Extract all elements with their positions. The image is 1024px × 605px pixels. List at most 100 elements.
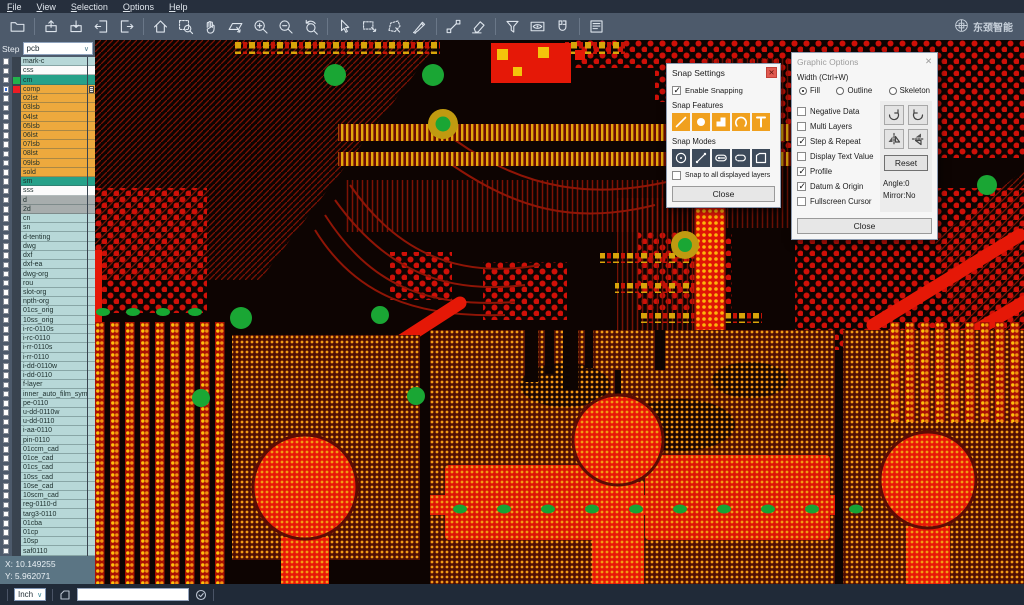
layer-color-swatch[interactable]	[12, 205, 21, 214]
check-profile[interactable]: Profile	[797, 167, 876, 176]
layer-visibility-checkbox[interactable]	[0, 223, 12, 232]
layer-row-01cba[interactable]: 01cba	[0, 519, 95, 528]
layer-color-swatch[interactable]	[12, 454, 21, 463]
layer-color-swatch[interactable]	[12, 426, 21, 435]
layer-visibility-checkbox[interactable]	[0, 168, 12, 177]
apply-icon[interactable]	[195, 589, 207, 601]
layer-color-swatch[interactable]	[12, 371, 21, 380]
step-select[interactable]: pcb ∨	[23, 42, 94, 55]
layer-color-swatch[interactable]	[12, 279, 21, 288]
layer-row-d[interactable]: d	[0, 196, 95, 205]
check-negative-data[interactable]: Negative Data	[797, 107, 876, 116]
layer-color-swatch[interactable]	[12, 177, 21, 186]
menu-selection[interactable]: Selection	[71, 2, 108, 12]
layer-visibility-checkbox[interactable]	[0, 242, 12, 251]
layer-row-mark-c[interactable]: mark-c	[0, 57, 95, 66]
layer-visibility-checkbox[interactable]	[0, 186, 12, 195]
layer-color-swatch[interactable]	[12, 159, 21, 168]
layer-visibility-checkbox[interactable]	[0, 371, 12, 380]
layer-color-swatch[interactable]	[12, 399, 21, 408]
layer-visibility-checkbox[interactable]	[0, 306, 12, 315]
layer-color-swatch[interactable]	[12, 288, 21, 297]
layer-row-u-dd-0110[interactable]: u-dd-0110	[0, 417, 95, 426]
layer-visibility-checkbox[interactable]	[0, 85, 12, 94]
layer-visibility-checkbox[interactable]	[0, 454, 12, 463]
layer-color-swatch[interactable]	[12, 380, 21, 389]
layer-color-swatch[interactable]	[12, 509, 21, 518]
layer-color-swatch[interactable]	[12, 528, 21, 537]
layer-row-pe-0110[interactable]: pe-0110	[0, 399, 95, 408]
layer-visibility-checkbox[interactable]	[0, 131, 12, 140]
layer-visibility-checkbox[interactable]	[0, 205, 12, 214]
layer-color-swatch[interactable]	[12, 196, 21, 205]
layer-visibility-checkbox[interactable]	[0, 546, 12, 555]
layer-visibility-checkbox[interactable]	[0, 196, 12, 205]
snap-text-icon[interactable]	[752, 113, 770, 131]
layer-row-01ccm_cad[interactable]: 01ccm_cad	[0, 445, 95, 454]
zoom-in-icon[interactable]	[248, 15, 273, 38]
layer-color-swatch[interactable]	[12, 537, 21, 546]
layer-color-swatch[interactable]	[12, 519, 21, 528]
home-icon[interactable]	[148, 15, 173, 38]
layer-row-04lst[interactable]: 04lst	[0, 112, 95, 121]
layer-visibility-checkbox[interactable]	[0, 343, 12, 352]
layer-color-swatch[interactable]	[12, 445, 21, 454]
layer-row-01cs_cad[interactable]: 01cs_cad	[0, 463, 95, 472]
layer-visibility-checkbox[interactable]	[0, 112, 12, 121]
layer-row-05lsb[interactable]: 05lsb	[0, 122, 95, 131]
select-cursor-icon[interactable]	[332, 15, 357, 38]
layer-visibility-checkbox[interactable]	[0, 491, 12, 500]
command-input[interactable]	[77, 588, 189, 601]
layer-row-rou[interactable]: rou	[0, 279, 95, 288]
layer-row-pin-0110[interactable]: pin-0110	[0, 436, 95, 445]
close-icon[interactable]: ✕	[766, 67, 777, 78]
layer-visibility-checkbox[interactable]	[0, 279, 12, 288]
layer-color-swatch[interactable]	[12, 325, 21, 334]
layer-color-swatch[interactable]	[12, 408, 21, 417]
snap-corner-icon[interactable]	[752, 149, 770, 167]
layer-row-dwg[interactable]: dwg	[0, 242, 95, 251]
menu-options[interactable]: Options	[123, 2, 154, 12]
layer-row-i-dd-0110w[interactable]: i-dd-0110w	[0, 362, 95, 371]
layer-color-swatch[interactable]	[12, 242, 21, 251]
graphic-close-button[interactable]: Close	[797, 218, 932, 234]
layer-row-targ3-0110[interactable]: targ3-0110	[0, 509, 95, 518]
layer-row-sn[interactable]: sn	[0, 223, 95, 232]
layer-color-swatch[interactable]	[12, 103, 21, 112]
measure-icon[interactable]	[441, 15, 466, 38]
layer-color-swatch[interactable]	[12, 491, 21, 500]
layer-row-03lsb[interactable]: 03lsb	[0, 103, 95, 112]
pan-icon[interactable]	[198, 15, 223, 38]
layer-color-swatch[interactable]	[12, 482, 21, 491]
layer-row-d-tenting[interactable]: d-tenting	[0, 232, 95, 241]
layer-visibility-checkbox[interactable]	[0, 260, 12, 269]
layer-row-cn[interactable]: cn	[0, 214, 95, 223]
layer-visibility-checkbox[interactable]	[0, 214, 12, 223]
highlight-eye-icon[interactable]	[525, 15, 550, 38]
layer-visibility-checkbox[interactable]	[0, 269, 12, 278]
layer-color-swatch[interactable]	[12, 362, 21, 371]
layer-color-swatch[interactable]	[12, 149, 21, 158]
snap-slot-icon[interactable]	[712, 149, 730, 167]
layer-row-sold[interactable]: sold	[0, 168, 95, 177]
form-icon[interactable]	[584, 15, 609, 38]
layer-visibility-checkbox[interactable]	[0, 334, 12, 343]
filter-icon[interactable]	[500, 15, 525, 38]
layer-row-i-rr-0110s[interactable]: i-rr-0110s	[0, 343, 95, 352]
snap-point-icon[interactable]	[692, 149, 710, 167]
layer-color-swatch[interactable]	[12, 223, 21, 232]
layer-color-swatch[interactable]	[12, 297, 21, 306]
layer-visibility-checkbox[interactable]	[0, 66, 12, 75]
layer-visibility-checkbox[interactable]	[0, 537, 12, 546]
layer-row-i-rc-0110s[interactable]: i-rc-0110s	[0, 325, 95, 334]
snap-settings-titlebar[interactable]: Snap Settings ✕	[667, 64, 780, 80]
layer-color-swatch[interactable]	[12, 306, 21, 315]
layer-row-i-dd-0110[interactable]: i-dd-0110	[0, 371, 95, 380]
layer-color-swatch[interactable]	[12, 214, 21, 223]
layer-visibility-checkbox[interactable]	[0, 325, 12, 334]
layer-visibility-checkbox[interactable]	[0, 482, 12, 491]
layer-color-swatch[interactable]	[12, 168, 21, 177]
import-icon[interactable]	[39, 15, 64, 38]
layer-visibility-checkbox[interactable]	[0, 528, 12, 537]
layer-visibility-checkbox[interactable]	[0, 103, 12, 112]
